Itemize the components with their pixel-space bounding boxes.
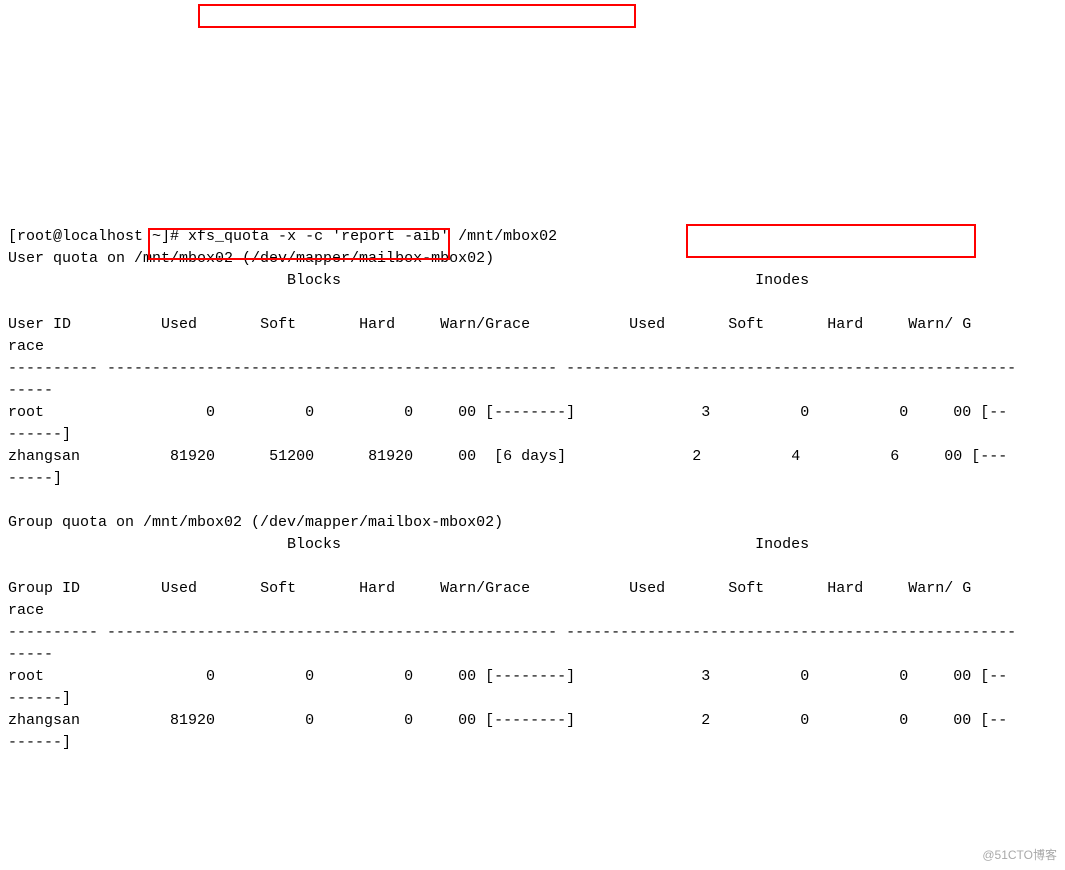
row-user-root-bwarn: 00 [--------]	[458, 404, 575, 421]
col-hard-1: Hard	[359, 316, 395, 333]
col-warn-grace: Warn/Grace	[440, 316, 530, 333]
row-user-zhangsan-isoft: 4	[791, 448, 800, 465]
row-user-zhangsan-ihard: 6	[890, 448, 899, 465]
row-user-root-bused: 0	[206, 404, 215, 421]
watermark-text: @51CTO博客	[982, 844, 1057, 866]
col-user-id: User ID	[8, 316, 71, 333]
row-group-zhangsan-id: zhangsan	[8, 712, 80, 729]
row-group-zhangsan-bhard: 0	[404, 712, 413, 729]
row-user-zhangsan-id: zhangsan	[8, 448, 80, 465]
row-group-root-bwarn: 00 [--------]	[458, 668, 575, 685]
row-group-root-bsoft: 0	[305, 668, 314, 685]
row-user-root-iused: 3	[701, 404, 710, 421]
col-ghard-2: Hard	[827, 580, 863, 597]
col-gused-1: Used	[161, 580, 197, 597]
col-gsoft-2: Soft	[728, 580, 764, 597]
col-soft-1: Soft	[260, 316, 296, 333]
row-user-zhangsan-bused: 81920	[170, 448, 215, 465]
row-user-root-tail: ------]	[8, 426, 71, 443]
row-user-zhangsan-iwarn: 00 [---	[944, 448, 1007, 465]
col-warn-g: Warn/ G	[908, 316, 971, 333]
row-group-zhangsan-iwarn: 00 [--	[953, 712, 1007, 729]
row-group-root-isoft: 0	[800, 668, 809, 685]
col-gwarn-grace: Warn/Grace	[440, 580, 530, 597]
section-header-blocks: Blocks	[287, 272, 341, 289]
col-hard-2: Hard	[827, 316, 863, 333]
terminal-prompt: [root@localhost ~]#	[8, 228, 179, 245]
row-user-root-iwarn: 00 [--	[953, 404, 1007, 421]
row-group-root-iwarn: 00 [--	[953, 668, 1007, 685]
row-user-root-bsoft: 0	[305, 404, 314, 421]
row-group-zhangsan-bused: 81920	[170, 712, 215, 729]
row-group-zhangsan-bwarn: 00 [--------]	[458, 712, 575, 729]
section-header-blocks-g: Blocks	[287, 536, 341, 553]
row-group-zhangsan-tail: ------]	[8, 734, 71, 751]
col-group-id: Group ID	[8, 580, 80, 597]
row-user-zhangsan-tail: -----]	[8, 470, 62, 487]
divider-line-2b: -----	[8, 646, 53, 663]
row-group-root-iused: 3	[701, 668, 710, 685]
section-header-inodes: Inodes	[755, 272, 809, 289]
row-user-root-id: root	[8, 404, 44, 421]
section-header-inodes-g: Inodes	[755, 536, 809, 553]
row-user-zhangsan-bwarn: 00 [6 days]	[458, 448, 566, 465]
divider-line-1b: -----	[8, 382, 53, 399]
col-grace-wrap: race	[8, 602, 44, 619]
row-user-root-isoft: 0	[800, 404, 809, 421]
row-group-zhangsan-ihard: 0	[899, 712, 908, 729]
divider-line-2a: ---------- -----------------------------…	[8, 624, 1016, 641]
row-group-root-id: root	[8, 668, 44, 685]
row-group-root-ihard: 0	[899, 668, 908, 685]
group-quota-header: Group quota on /mnt/mbox02 (/dev/mapper/…	[8, 514, 503, 531]
col-gused-2: Used	[629, 580, 665, 597]
row-user-zhangsan-bhard: 81920	[368, 448, 413, 465]
row-group-zhangsan-iused: 2	[701, 712, 710, 729]
row-group-root-tail: ------]	[8, 690, 71, 707]
row-user-root-ihard: 0	[899, 404, 908, 421]
col-race-wrap: race	[8, 338, 44, 355]
highlight-command-box	[198, 4, 636, 28]
row-group-root-bused: 0	[206, 668, 215, 685]
row-user-root-bhard: 0	[404, 404, 413, 421]
col-gwarn-g: Warn/ G	[908, 580, 971, 597]
row-user-zhangsan-bsoft: 51200	[269, 448, 314, 465]
col-soft-2: Soft	[728, 316, 764, 333]
divider-line-1a: ---------- -----------------------------…	[8, 360, 1016, 377]
col-ghard-1: Hard	[359, 580, 395, 597]
command-text: xfs_quota -x -c 'report -aib' /mnt/mbox0…	[188, 228, 557, 245]
row-group-zhangsan-bsoft: 0	[305, 712, 314, 729]
row-group-root-bhard: 0	[404, 668, 413, 685]
col-used-2: Used	[629, 316, 665, 333]
row-group-zhangsan-isoft: 0	[800, 712, 809, 729]
col-used-1: Used	[161, 316, 197, 333]
row-user-zhangsan-iused: 2	[692, 448, 701, 465]
user-quota-header: User quota on /mnt/mbox02 (/dev/mapper/m…	[8, 250, 494, 267]
highlight-inodes-zhangsan	[686, 224, 976, 258]
col-gsoft-1: Soft	[260, 580, 296, 597]
